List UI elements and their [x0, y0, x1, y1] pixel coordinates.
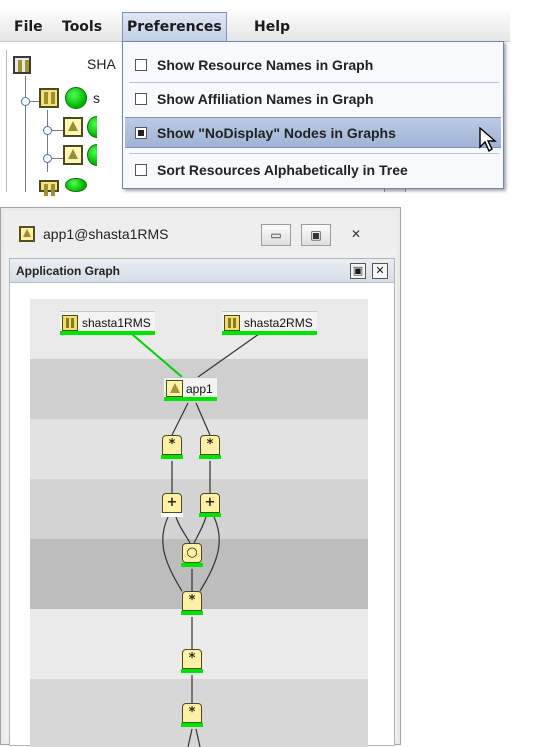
- graph-canvas[interactable]: shasta1RMS shasta2RMS app1 * * + + ○ * *…: [30, 299, 368, 747]
- restore-button[interactable]: ▣: [350, 263, 366, 279]
- menu-tools[interactable]: Tools: [58, 12, 106, 42]
- close-panel-button[interactable]: ✕: [372, 263, 388, 279]
- menu-preferences[interactable]: Preferences: [122, 12, 227, 42]
- online-status-icon: [65, 87, 87, 109]
- host-icon: [62, 315, 78, 331]
- main-window: File Tools Preferences Help SHA s Show R…: [0, 0, 533, 196]
- checkbox-icon: [135, 93, 147, 105]
- menu-item-show-resource-names[interactable]: Show Resource Names in Graph: [125, 50, 501, 81]
- menu-item-show-affiliation-names[interactable]: Show Affiliation Names in Graph: [125, 84, 501, 115]
- application-graph-panel: Application Graph ▣ ✕ shasta1RMS shasta2…: [9, 258, 395, 747]
- menu-file[interactable]: File: [10, 12, 47, 42]
- mouse-cursor-icon: [479, 127, 497, 153]
- menu-item-sort-resources[interactable]: Sort Resources Alphabetically in Tree: [125, 155, 501, 186]
- graph-node-resource[interactable]: *: [181, 591, 203, 617]
- graph-node-resource[interactable]: *: [199, 435, 221, 461]
- graph-node-ip-resource[interactable]: +: [199, 493, 221, 519]
- close-button[interactable]: ✕: [341, 224, 371, 246]
- graph-node-ip-resource[interactable]: +: [161, 493, 183, 519]
- menubar: File Tools Preferences Help: [0, 12, 510, 42]
- graph-node-resource[interactable]: *: [161, 435, 183, 461]
- app-icon: [166, 380, 183, 397]
- tree-row-label: s: [93, 90, 100, 106]
- online-status-icon: [87, 116, 97, 138]
- app-icon[interactable]: [63, 117, 83, 137]
- host-icon[interactable]: [39, 180, 59, 196]
- frame-title: app1@shasta1RMS: [43, 226, 169, 242]
- graph-node-resource[interactable]: *: [181, 703, 203, 729]
- resource-tree: SHA s: [6, 50, 126, 196]
- menu-item-show-nodisplay-nodes[interactable]: Show "NoDisplay" Nodes in Graphs: [125, 117, 501, 148]
- host-icon: [224, 315, 240, 331]
- sha-root-icon: [13, 56, 31, 74]
- graph-panel-title: Application Graph: [16, 264, 121, 278]
- application-frame: app1@shasta1RMS ▭ ▣ ✕ Application Graph …: [0, 207, 401, 747]
- online-status-icon: [87, 144, 97, 166]
- graph-node-host-shasta2[interactable]: shasta2RMS: [222, 311, 317, 335]
- checkbox-icon: [135, 59, 147, 71]
- maximize-button[interactable]: ▣: [301, 224, 331, 246]
- graph-edges: [125, 328, 267, 747]
- graph-node-gateway[interactable]: ○: [181, 543, 203, 569]
- checkbox-icon: [135, 164, 147, 176]
- host-icon[interactable]: [39, 88, 59, 108]
- app-icon[interactable]: [63, 145, 83, 165]
- menu-help[interactable]: Help: [250, 12, 294, 42]
- graph-node-host-shasta1[interactable]: shasta1RMS: [60, 311, 155, 335]
- app-icon: [19, 226, 35, 242]
- minimize-button[interactable]: ▭: [261, 224, 291, 246]
- tree-root-label: SHA: [87, 56, 116, 72]
- graph-node-resource[interactable]: *: [181, 649, 203, 675]
- frame-titlebar[interactable]: app1@shasta1RMS ▭ ▣ ✕: [7, 212, 397, 250]
- online-status-icon: [65, 178, 87, 192]
- checkbox-checked-icon: [135, 127, 147, 139]
- graph-node-app1[interactable]: app1: [164, 377, 217, 401]
- preferences-dropdown: Show Resource Names in Graph Show Affili…: [122, 41, 504, 189]
- graph-panel-header: Application Graph ▣ ✕: [10, 259, 394, 283]
